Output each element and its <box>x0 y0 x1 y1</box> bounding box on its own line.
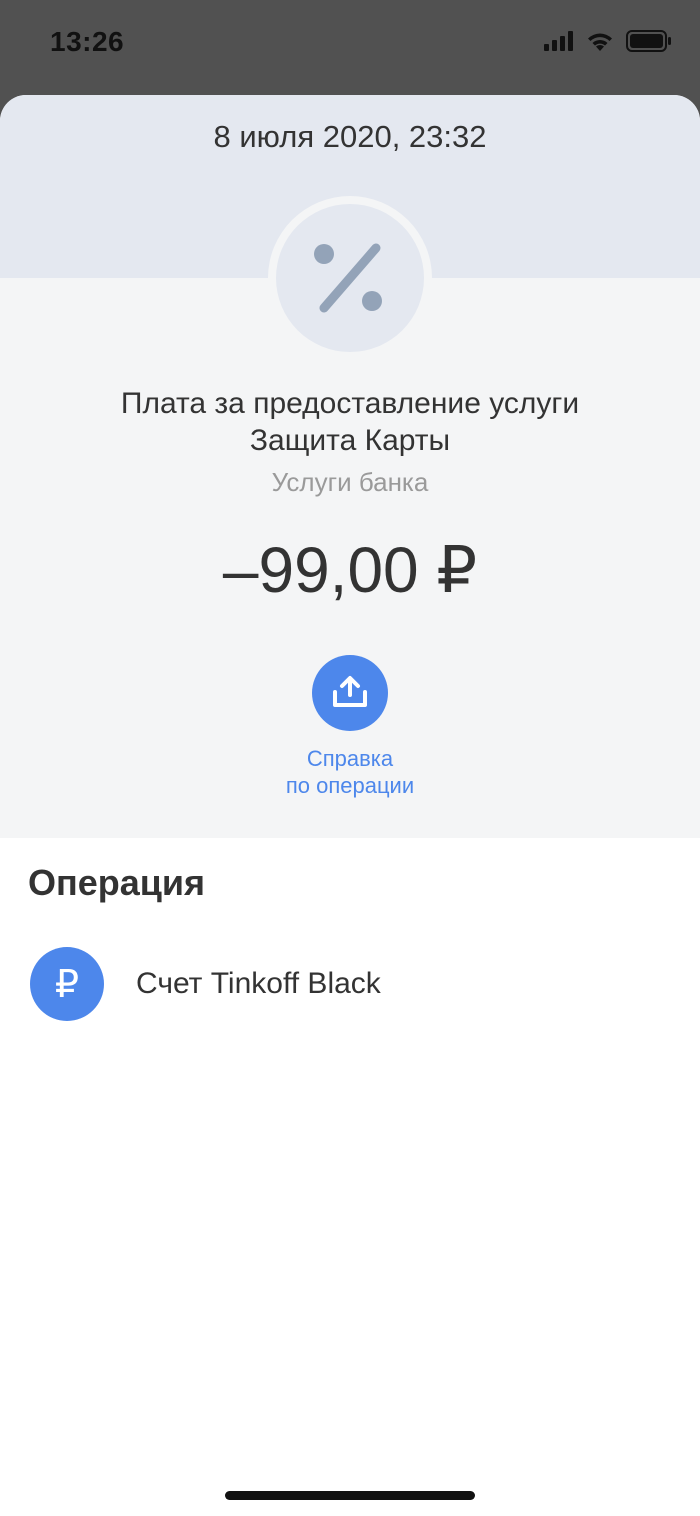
section-title: Операция <box>28 862 206 903</box>
operation-title: Плата за предоставление услуги Защита Ка… <box>0 385 700 459</box>
account-row[interactable]: ₽ Счет Tinkoff Black <box>0 945 700 1025</box>
operation-title-line1: Плата за предоставление услуги <box>120 387 580 420</box>
status-time: 13:26 <box>50 26 125 57</box>
percent-icon <box>314 243 382 313</box>
operation-amount: –99,00 ₽ <box>222 534 478 606</box>
receipt-button-label[interactable]: Справка по операции <box>0 745 700 799</box>
signal-icon <box>544 31 573 51</box>
receipt-button[interactable] <box>312 655 388 731</box>
account-label: Счет Tinkoff Black <box>136 967 381 1000</box>
operation-date: 8 июля 2020, 23:32 <box>213 119 487 154</box>
operation-sheet: 8 июля 2020, 23:32 Плата за предоставлен… <box>0 95 700 1516</box>
ruble-icon: ₽ <box>30 947 104 1021</box>
receipt-label-line2: по операции <box>285 773 415 798</box>
battery-icon <box>626 30 671 52</box>
status-bar: 13:26 <box>0 0 700 95</box>
receipt-label-line1: Справка <box>306 746 394 771</box>
operation-category: Услуги банка <box>271 467 429 497</box>
wifi-icon <box>588 33 612 51</box>
home-indicator[interactable] <box>225 1491 475 1500</box>
status-icons <box>544 30 672 52</box>
category-icon-container <box>276 204 424 352</box>
share-upload-icon <box>333 676 367 707</box>
operation-title-line2: Защита Карты <box>249 424 451 457</box>
